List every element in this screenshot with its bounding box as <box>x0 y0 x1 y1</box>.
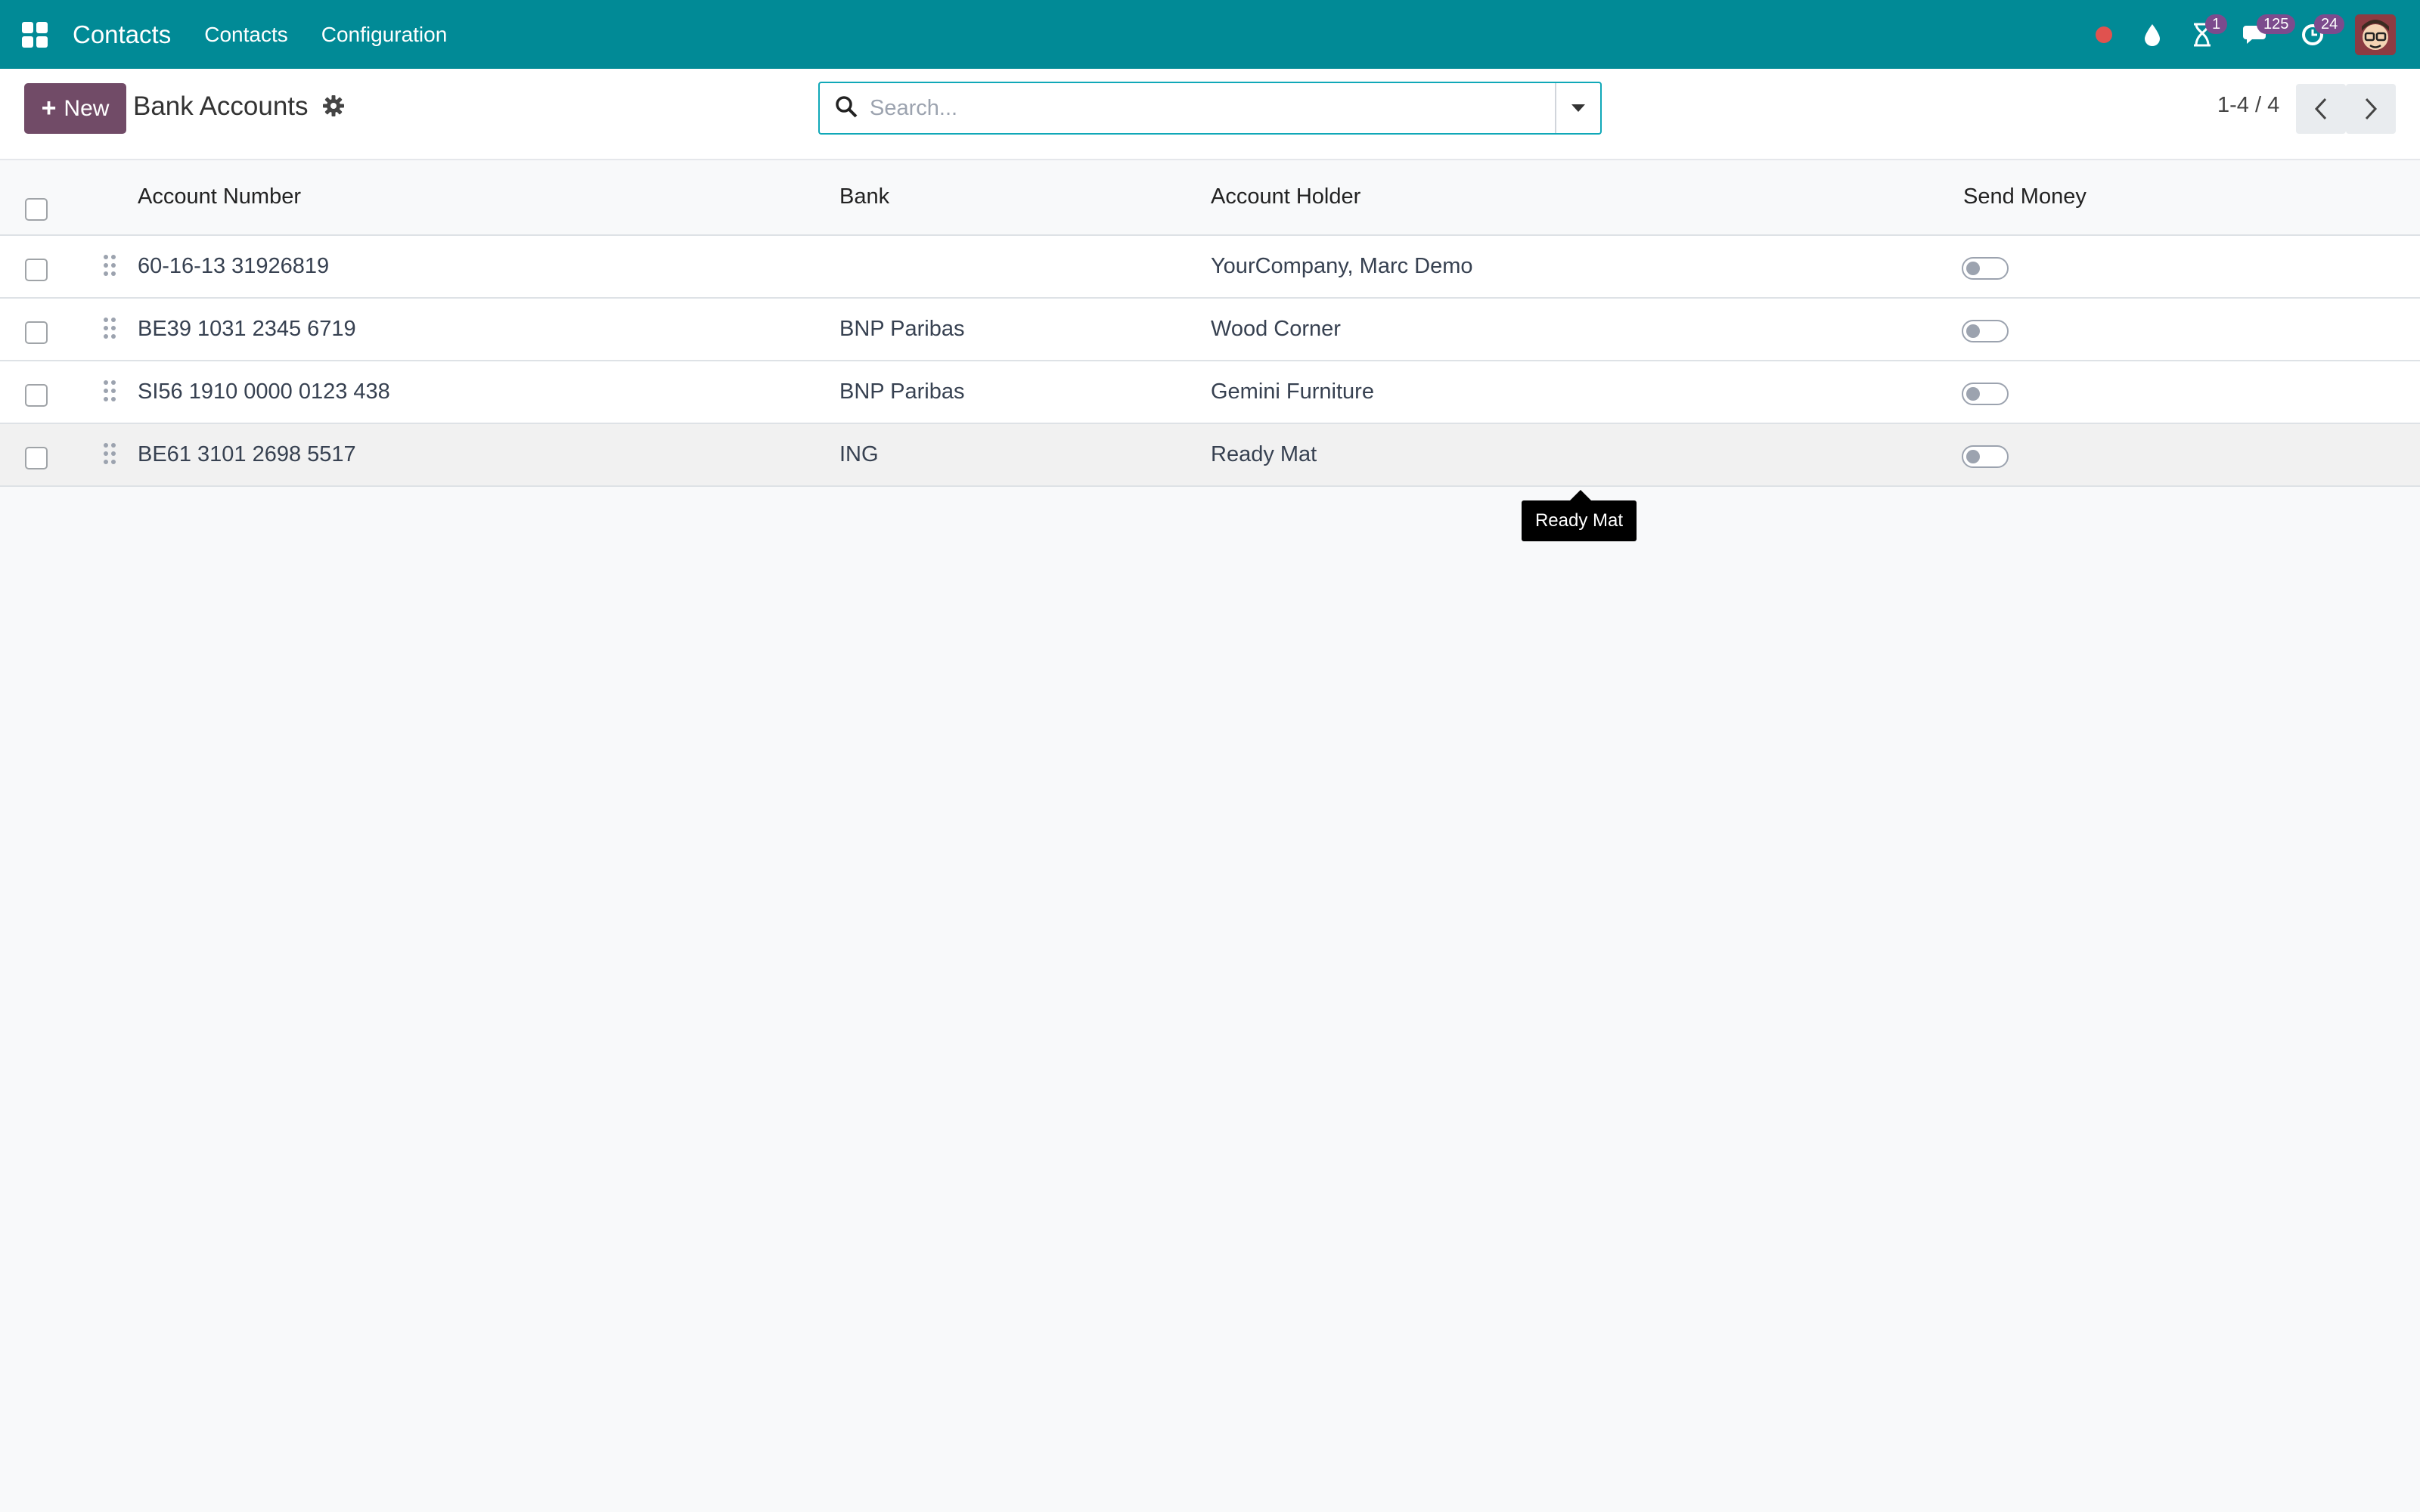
cell-bank[interactable]: BNP Paribas <box>839 317 965 342</box>
table-row[interactable]: 60-16-13 31926819 YourCompany, Marc Demo <box>0 236 2420 299</box>
plus-icon: + <box>41 94 57 122</box>
chevron-left-icon <box>2314 98 2327 120</box>
cell-account-number[interactable]: SI56 1910 0000 0123 438 <box>138 380 390 404</box>
user-avatar[interactable] <box>2355 14 2396 55</box>
cell-bank[interactable]: ING <box>839 442 879 467</box>
messages-count-badge: 125 <box>2257 14 2296 34</box>
top-navbar: Contacts Contacts Configuration 1 125 24 <box>0 0 2420 69</box>
updates-count-badge: 24 <box>2314 14 2345 34</box>
send-money-toggle[interactable] <box>1962 257 2009 280</box>
table-row[interactable]: SI56 1910 0000 0123 438 BNP Paribas Gemi… <box>0 361 2420 424</box>
cell-account-holder[interactable]: Wood Corner <box>1211 317 1341 342</box>
cell-account-holder[interactable]: Ready Mat <box>1211 442 1317 467</box>
systray: 1 125 24 <box>2065 0 2396 69</box>
cell-account-holder[interactable]: Gemini Furniture <box>1211 380 1374 404</box>
row-checkbox[interactable] <box>25 447 48 469</box>
header-bank[interactable]: Bank <box>839 184 889 209</box>
gear-icon[interactable] <box>322 94 345 121</box>
activity-hourglass-icon[interactable]: 1 <box>2192 14 2228 54</box>
drag-handle-icon[interactable] <box>103 317 116 343</box>
updates-clock-icon[interactable]: 24 <box>2301 14 2345 54</box>
page-title: Bank Accounts <box>133 91 309 121</box>
header-account-holder[interactable]: Account Holder <box>1211 184 1360 209</box>
app-title[interactable]: Contacts <box>73 20 171 49</box>
search-options-toggle[interactable] <box>1555 83 1600 133</box>
header-send-money[interactable]: Send Money <box>1963 184 2086 209</box>
table-row[interactable]: BE61 3101 2698 5517 ING Ready Mat <box>0 424 2420 487</box>
select-all-checkbox[interactable] <box>25 198 48 221</box>
tooltip: Ready Mat <box>1522 490 1637 541</box>
drag-handle-icon[interactable] <box>103 442 116 469</box>
row-checkbox[interactable] <box>25 321 48 344</box>
search-input[interactable] <box>870 95 1520 121</box>
send-money-toggle[interactable] <box>1962 320 2009 342</box>
activity-count-badge: 1 <box>2205 14 2228 34</box>
menu-contacts[interactable]: Contacts <box>204 23 288 47</box>
apps-menu-icon[interactable] <box>18 18 51 51</box>
header-account-number[interactable]: Account Number <box>138 184 301 209</box>
send-money-toggle[interactable] <box>1962 445 2009 468</box>
control-panel: + New Bank Accounts 1-4 / 4 <box>0 69 2420 160</box>
pager-previous-button[interactable] <box>2296 84 2346 134</box>
messages-chat-icon[interactable]: 125 <box>2243 14 2296 54</box>
drag-handle-icon[interactable] <box>103 380 116 406</box>
chevron-right-icon <box>2365 98 2378 120</box>
table-header: Account Number Bank Account Holder Send … <box>0 160 2420 236</box>
pager-next-button[interactable] <box>2346 84 2396 134</box>
new-button[interactable]: + New <box>24 83 126 134</box>
table-row[interactable]: BE39 1031 2345 6719 BNP Paribas Wood Cor… <box>0 299 2420 361</box>
cell-account-number[interactable]: BE39 1031 2345 6719 <box>138 317 356 342</box>
cell-account-number[interactable]: 60-16-13 31926819 <box>138 254 329 279</box>
search-icon <box>835 95 858 122</box>
search-bar <box>818 82 1602 135</box>
row-checkbox[interactable] <box>25 384 48 407</box>
new-button-label: New <box>64 95 110 121</box>
bank-accounts-table: Account Number Bank Account Holder Send … <box>0 160 2420 487</box>
cell-bank[interactable]: BNP Paribas <box>839 380 965 404</box>
record-icon[interactable] <box>2095 16 2113 54</box>
row-checkbox[interactable] <box>25 259 48 281</box>
pager-value[interactable]: 1-4 / 4 <box>2217 93 2279 118</box>
send-money-toggle[interactable] <box>1962 383 2009 405</box>
cell-account-holder[interactable]: YourCompany, Marc Demo <box>1211 254 1473 279</box>
cell-account-number[interactable]: BE61 3101 2698 5517 <box>138 442 356 467</box>
drop-icon[interactable] <box>2143 16 2161 54</box>
caret-down-icon <box>1571 104 1585 112</box>
drag-handle-icon[interactable] <box>103 254 116 280</box>
menu-configuration[interactable]: Configuration <box>321 23 448 47</box>
